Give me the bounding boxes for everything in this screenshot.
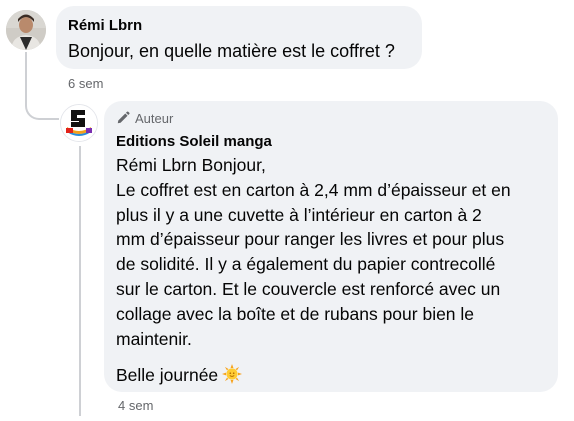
author-badge-label: Auteur <box>135 110 174 126</box>
comment-timestamp[interactable]: 6 sem <box>68 76 103 91</box>
sun-emoji-icon <box>222 364 243 391</box>
author-badge: Auteur <box>116 109 546 127</box>
reply-thread-line <box>79 146 81 416</box>
comment-author-name[interactable]: Rémi Lbrn <box>68 16 410 36</box>
reply-bubble: Auteur Editions Soleil manga Rémi Lbrn B… <box>104 101 558 392</box>
comment-thread: Rémi Lbrn Bonjour, en quelle matière est… <box>0 0 574 421</box>
comment-bubble: Rémi Lbrn Bonjour, en quelle matière est… <box>56 6 422 69</box>
thread-connector-curve <box>25 88 59 120</box>
reply-text-line: de solidité. Il y a également du papier … <box>116 254 496 275</box>
reply-text-line: Le coffret est en carton à 2,4 mm d’épai… <box>116 179 511 200</box>
soleil-logo-icon <box>61 105 97 141</box>
reply-text-line: mm d’épaisseur pour ranger les livres et… <box>116 229 505 250</box>
profile-photo <box>6 10 46 50</box>
reply-text-line: plus il y a une cuvette à l’intérieur en… <box>116 204 482 225</box>
pencil-icon <box>117 111 130 124</box>
avatar-remi[interactable] <box>6 10 46 50</box>
comment-text: Bonjour, en quelle matière est le coffre… <box>68 41 395 61</box>
reply-text-line: sur le carton. Et le couvercle est renfo… <box>116 278 501 299</box>
reply-timestamp[interactable]: 4 sem <box>118 398 153 413</box>
reply-text-line: collage avec la boîte et de rubans pour … <box>116 303 475 324</box>
avatar-soleil-manga[interactable] <box>60 104 98 142</box>
reply-text-line: maintenir. <box>116 328 192 349</box>
reply-closing-text: Belle journée <box>116 365 219 386</box>
reply-text-line: Rémi Lbrn Bonjour, <box>116 155 266 175</box>
reply-closing-line: Belle journée <box>116 363 544 391</box>
reply-author-name[interactable]: Editions Soleil manga <box>116 132 546 152</box>
reply-text: Rémi Lbrn Bonjour, Le coffret est en car… <box>116 153 544 391</box>
